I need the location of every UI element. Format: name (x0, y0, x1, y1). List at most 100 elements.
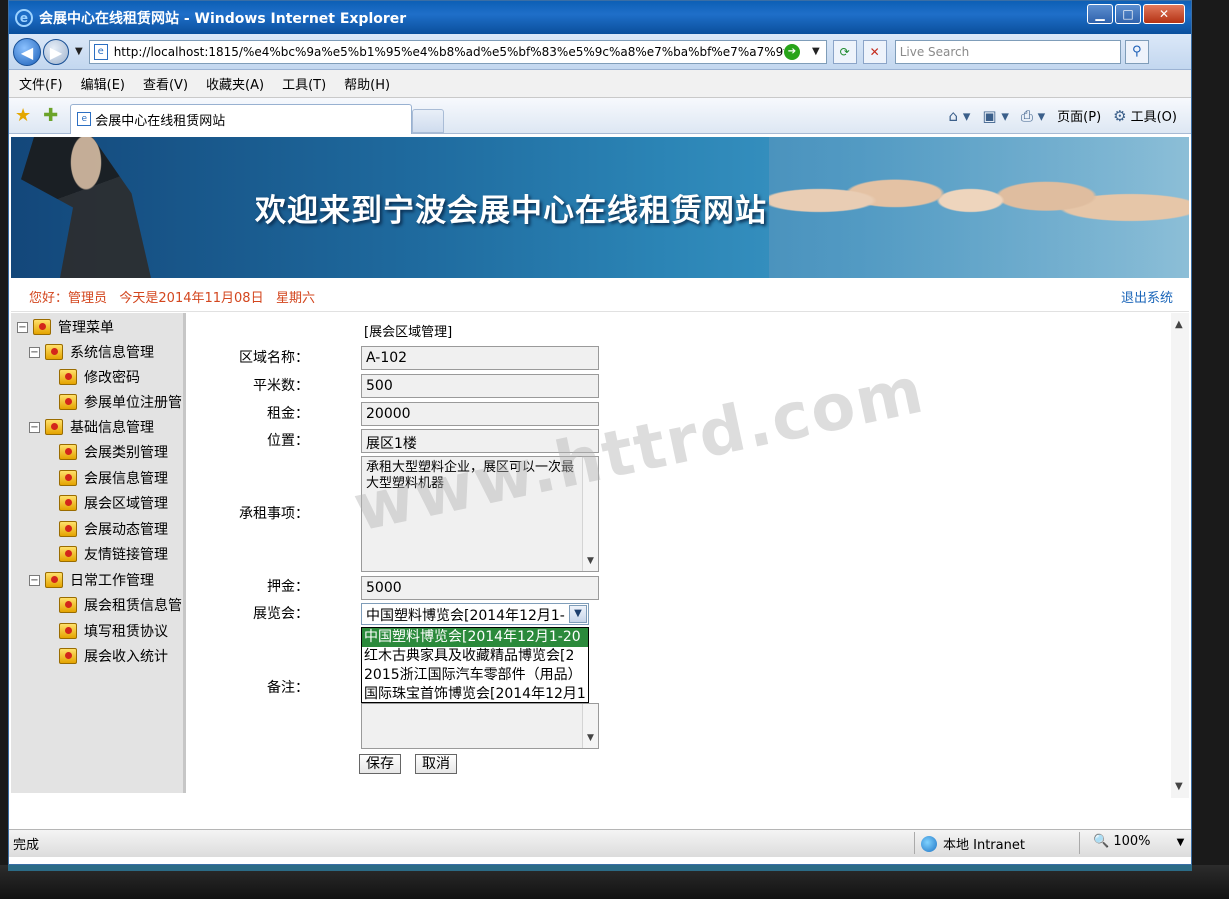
sidebar-item-label: 会展类别管理 (84, 445, 168, 461)
dropdown-option[interactable]: 红木古典家具及收藏精品博览会[2 (362, 647, 588, 666)
chevron-down-icon[interactable]: ▼ (569, 605, 587, 623)
url-dropdown-icon[interactable]: ▼ (812, 46, 820, 57)
page-title: [展会区域管理] (364, 325, 453, 340)
tab-title: 会展中心在线租赁网站 (95, 113, 226, 129)
dropdown-option[interactable]: 中国塑料博览会[2014年12月1-20 (362, 628, 588, 647)
folder-icon (59, 648, 77, 664)
tools-menu[interactable]: 工具(O) (1131, 106, 1177, 125)
remark-textarea[interactable]: ▼ (361, 703, 599, 749)
tab-current[interactable]: e 会展中心在线租赁网站 (70, 103, 413, 134)
expo-select[interactable]: 中国塑料博览会[2014年12月1- ▼ (361, 603, 589, 625)
page-menu[interactable]: 页面(P) (1057, 106, 1101, 125)
tree-group-label: 系统信息管理 (70, 345, 154, 361)
sidebar-item-income-stats[interactable]: 展会收入统计 (59, 646, 168, 666)
banner-crowd-image (769, 137, 1189, 278)
close-button[interactable]: ✕ (1143, 4, 1185, 24)
menu-favorites[interactable]: 收藏夹(A) (206, 74, 264, 93)
sidebar-item-label: 会展信息管理 (84, 471, 168, 487)
area-name-field[interactable]: A-102 (361, 346, 599, 370)
url-field[interactable]: e http://localhost:1815/%e4%bc%9a%e5%b1%… (88, 39, 827, 64)
page-scrollbar[interactable]: ▲ ▼ (1171, 313, 1189, 798)
sidebar-item-label: 会展动态管理 (84, 522, 168, 538)
sidebar-item-rental-info[interactable]: 展会租赁信息管 (59, 595, 182, 615)
expo-dropdown-list: 中国塑料博览会[2014年12月1-20 红木古典家具及收藏精品博览会[2 20… (361, 627, 589, 703)
sidebar-item-label: 展会区域管理 (84, 496, 168, 512)
logout-link[interactable]: 退出系统 (1121, 287, 1173, 306)
home-icon[interactable]: ⌂ ▾ (949, 107, 971, 125)
dropdown-option[interactable]: 国际珠宝首饰博览会[2014年12月1 (362, 685, 588, 702)
banner-man-image (21, 137, 151, 278)
feeds-icon[interactable]: ▣ ▾ (982, 107, 1008, 125)
deposit-label: 押金： (267, 579, 309, 595)
save-button[interactable]: 保存 (359, 754, 401, 774)
back-button[interactable]: ◀ (13, 37, 41, 66)
folder-icon (59, 369, 77, 385)
folder-icon (59, 546, 77, 562)
folder-icon (59, 623, 77, 639)
minimize-button[interactable]: ▁ (1087, 4, 1113, 24)
zoom-text: 100% (1113, 834, 1151, 849)
sidebar-item-rental-agreement[interactable]: 填写租赁协议 (59, 621, 168, 641)
location-field[interactable]: 展区1楼 (361, 429, 599, 453)
folder-icon (59, 444, 77, 460)
menu-help[interactable]: 帮助(H) (344, 74, 390, 93)
sidebar-item-label: 修改密码 (84, 370, 140, 386)
sidebar-item-expo-category[interactable]: 会展类别管理 (59, 442, 168, 462)
tree-group-system[interactable]: − 系统信息管理 (29, 342, 154, 362)
maximize-button[interactable]: □ (1115, 4, 1141, 24)
scroll-up-icon[interactable]: ▲ (1175, 319, 1183, 330)
expo-select-value: 中国塑料博览会[2014年12月1- (366, 608, 565, 624)
history-dropdown-icon[interactable]: ▼ (75, 46, 83, 57)
sidebar-item-expo-info[interactable]: 会展信息管理 (59, 468, 168, 488)
scroll-down-icon[interactable]: ▼ (1175, 781, 1183, 792)
menu-file[interactable]: 文件(F) (19, 74, 63, 93)
status-divider (1079, 832, 1080, 854)
terms-textarea[interactable]: 承租大型塑料企业，展区可以一次最大型塑料机器 ▼ (361, 456, 599, 572)
chevron-down-icon[interactable]: ▼ (1177, 837, 1185, 848)
forward-button[interactable]: ▶ (43, 38, 69, 65)
sidebar-item-expo-news[interactable]: 会展动态管理 (59, 519, 168, 539)
folder-icon (59, 394, 77, 410)
dropdown-option[interactable]: 2015浙江国际汽车零部件（用品） (362, 666, 588, 685)
menu-view[interactable]: 查看(V) (143, 74, 188, 93)
tree-group-basic[interactable]: − 基础信息管理 (29, 417, 154, 437)
greeting-bar: 您好：管理员 今天是2014年11月08日 星期六 退出系统 (11, 280, 1189, 312)
sidebar-item-friend-links[interactable]: 友情链接管理 (59, 544, 168, 564)
textarea-scrollbar[interactable]: ▼ (582, 457, 598, 571)
collapse-icon[interactable]: − (29, 421, 40, 433)
add-favorite-icon[interactable]: ✚ (43, 105, 58, 126)
collapse-icon[interactable]: − (29, 574, 40, 586)
collapse-icon[interactable]: − (17, 321, 28, 333)
favorites-star-icon[interactable]: ★ (15, 105, 31, 126)
url-text: http://localhost:1815/%e4%bc%9a%e5%b1%95… (113, 44, 784, 59)
cancel-button[interactable]: 取消 (415, 754, 457, 774)
print-icon[interactable]: ⎙ ▾ (1021, 107, 1045, 125)
status-divider (914, 832, 915, 854)
new-tab-button[interactable] (412, 108, 445, 133)
sidebar-item-change-password[interactable]: 修改密码 (59, 367, 140, 387)
search-input[interactable]: Live Search (894, 39, 1121, 64)
security-zone[interactable]: 本地 Intranet (921, 834, 1025, 853)
tree-group-daily[interactable]: − 日常工作管理 (29, 570, 154, 590)
window-controls: ▁ □ ✕ (1087, 4, 1185, 24)
collapse-icon[interactable]: − (29, 346, 40, 358)
search-icon[interactable]: ⚲ (1124, 39, 1149, 64)
tree-root[interactable]: − 管理菜单 (17, 317, 114, 337)
sidebar-item-label: 填写租赁协议 (84, 624, 168, 640)
rent-field[interactable]: 20000 (361, 402, 599, 426)
site-banner: 欢迎来到宁波会展中心在线租赁网站 (11, 137, 1189, 278)
sqm-field[interactable]: 500 (361, 374, 599, 398)
scroll-down-icon[interactable]: ▼ (587, 730, 594, 746)
menu-edit[interactable]: 编辑(E) (81, 74, 125, 93)
stop-button[interactable]: ✕ (862, 39, 887, 64)
menu-tools[interactable]: 工具(T) (282, 74, 326, 93)
banner-headline: 欢迎来到宁波会展中心在线租赁网站 (255, 193, 767, 229)
deposit-field[interactable]: 5000 (361, 576, 599, 600)
zoom-control[interactable]: 🔍 100% ▼ (1093, 834, 1184, 849)
sidebar-item-area-management[interactable]: 展会区域管理 (59, 493, 168, 513)
refresh-button[interactable]: ⟳ (832, 39, 857, 64)
scroll-down-icon[interactable]: ▼ (587, 553, 594, 569)
sidebar-item-exhibitor-registration[interactable]: 参展单位注册管 (59, 392, 182, 412)
textarea-scrollbar[interactable]: ▼ (582, 704, 598, 748)
go-icon[interactable]: ➔ (784, 43, 800, 60)
